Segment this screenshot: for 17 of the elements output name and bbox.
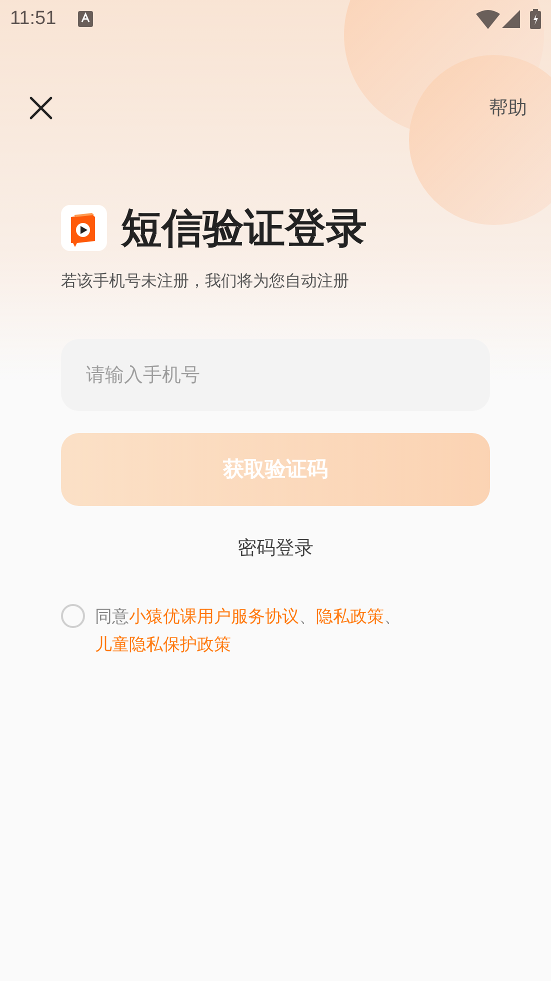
agreement-text: 同意小猿优课用户服务协议、隐私政策、 儿童隐私保护政策 — [95, 606, 402, 656]
close-icon — [29, 96, 53, 120]
policy-link[interactable]: 儿童隐私保护政策 — [95, 634, 231, 654]
keyboard-notification-icon — [78, 11, 94, 27]
page-title: 短信验证登录 — [121, 208, 367, 248]
app-logo-icon — [61, 205, 107, 251]
battery-icon — [530, 9, 541, 29]
help-link[interactable]: 帮助 — [489, 94, 527, 122]
phone-input-field[interactable]: 请输入手机号 — [61, 339, 490, 411]
signal-icon — [502, 10, 520, 28]
agreement-checkbox[interactable] — [61, 604, 85, 628]
password-login-link[interactable]: 密码登录 — [238, 534, 314, 562]
status-time: 11:51 — [10, 6, 56, 31]
policy-link[interactable]: 隐私政策 — [316, 606, 384, 626]
subtitle: 若该手机号未注册，我们将为您自动注册 — [61, 270, 350, 292]
wifi-icon — [476, 10, 500, 28]
policy-link[interactable]: 小猿优课用户服务协议 — [129, 606, 299, 626]
